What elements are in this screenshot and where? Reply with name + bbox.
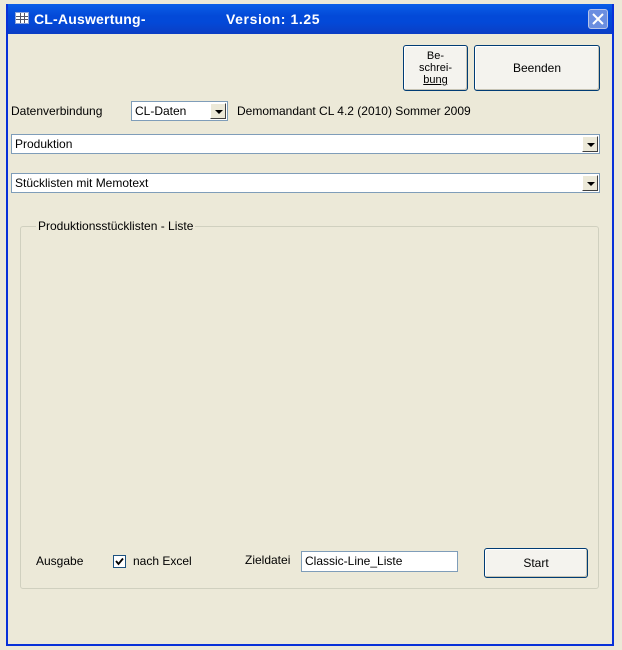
output-label: Ausgabe (36, 554, 84, 568)
target-file-input[interactable] (302, 552, 455, 569)
version-label: Version: 1.25 (226, 11, 321, 27)
group-legend: Produktionsstücklisten - Liste (36, 219, 196, 233)
checkmark-icon (115, 557, 124, 566)
target-file-label: Zieldatei (245, 553, 291, 567)
excel-checkbox-label[interactable]: nach Excel (133, 554, 192, 568)
report-select-value: Stücklisten mit Memotext (15, 176, 149, 190)
description-line-2: schrei- (418, 62, 452, 74)
description-button[interactable]: Be- schrei- bung (403, 45, 468, 91)
list-groupbox (20, 226, 599, 589)
target-file-field[interactable] (301, 551, 458, 572)
table-icon (15, 12, 29, 24)
area-select-value: Produktion (15, 137, 73, 151)
report-select[interactable]: Stücklisten mit Memotext (11, 173, 600, 193)
start-button[interactable]: Start (484, 548, 588, 578)
connection-label: Datenverbindung (11, 104, 103, 118)
window-title: CL-Auswertung- (34, 11, 146, 27)
chevron-down-icon[interactable] (582, 175, 598, 191)
end-button[interactable]: Beenden (474, 45, 600, 91)
chevron-down-icon[interactable] (582, 136, 598, 152)
description-line-3: bung (423, 74, 448, 86)
excel-checkbox[interactable] (113, 555, 126, 568)
title-bar[interactable]: CL-Auswertung- Version: 1.25 (8, 4, 612, 34)
description-line-1: Be- (426, 50, 445, 62)
close-button[interactable] (588, 9, 608, 29)
area-select[interactable]: Produktion (11, 134, 600, 154)
connection-info: Demomandant CL 4.2 (2010) Sommer 2009 (237, 104, 471, 118)
chevron-down-icon[interactable] (210, 103, 226, 119)
close-icon (592, 13, 604, 25)
connection-select-value: CL-Daten (135, 104, 187, 118)
connection-select[interactable]: CL-Daten (131, 101, 228, 121)
description-button-label: Be- schrei- bung (419, 50, 452, 86)
